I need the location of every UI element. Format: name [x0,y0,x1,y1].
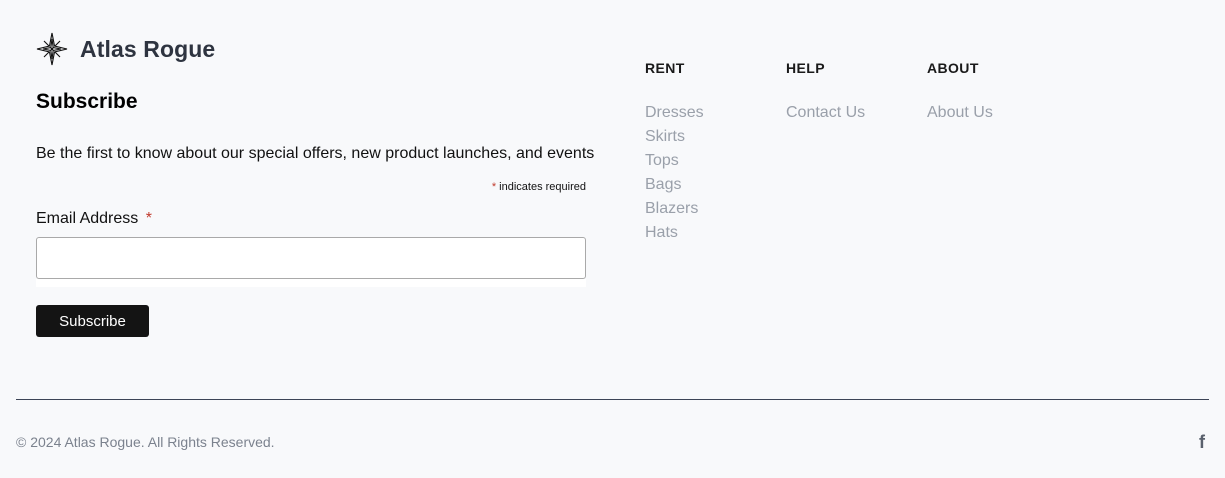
footer-page: Atlas Rogue Subscribe Be the first to kn… [0,0,1225,478]
nav-list-help: Contact Us [786,104,865,128]
list-item: About Us [927,104,993,128]
nav-link-blazers[interactable]: Blazers [645,200,698,217]
nav-column-about: ABOUT About Us [927,60,993,128]
nav-heading-rent: RENT [645,60,685,76]
nav-heading-help: HELP [786,60,825,76]
list-item: Dresses [645,104,704,128]
email-required-asterisk: * [145,210,152,227]
subscribe-button[interactable]: Subscribe [36,305,149,337]
nav-list-about: About Us [927,104,993,128]
required-note-text: indicates required [499,181,586,193]
required-asterisk: * [491,181,497,193]
email-input[interactable] [36,237,586,279]
nav-link-tops[interactable]: Tops [645,152,679,169]
list-item: Hats [645,224,704,248]
email-label-text: Email Address [36,210,139,227]
subscribe-title: Subscribe [36,90,138,113]
list-item: Skirts [645,128,704,152]
nav-link-hats[interactable]: Hats [645,224,678,241]
brand-home-link[interactable]: Atlas Rogue [36,32,215,66]
nav-column-rent: RENT Dresses Skirts Tops Bags Blazers Ha… [645,60,704,248]
nav-column-help: HELP Contact Us [786,60,865,128]
nav-link-about-us[interactable]: About Us [927,104,993,121]
copyright-text: © 2024 Atlas Rogue. All Rights Reserved. [16,434,275,450]
nav-link-bags[interactable]: Bags [645,176,681,193]
nav-link-skirts[interactable]: Skirts [645,128,685,145]
list-item: Blazers [645,200,704,224]
brand-name: Atlas Rogue [80,35,216,62]
input-underlay [36,279,586,287]
subscribe-description: Be the first to know about our special o… [36,145,595,162]
compass-star-icon [36,32,68,66]
list-item: Tops [645,152,704,176]
required-note: * indicates required [36,181,586,193]
email-label: Email Address * [36,210,152,228]
nav-link-dresses[interactable]: Dresses [645,104,704,121]
nav-heading-about: ABOUT [927,60,979,76]
list-item: Bags [645,176,704,200]
nav-list-rent: Dresses Skirts Tops Bags Blazers Hats [645,104,704,248]
footer-divider [16,399,1209,400]
nav-link-contact-us[interactable]: Contact Us [786,104,865,121]
facebook-icon[interactable]: f [1195,432,1209,452]
list-item: Contact Us [786,104,865,128]
